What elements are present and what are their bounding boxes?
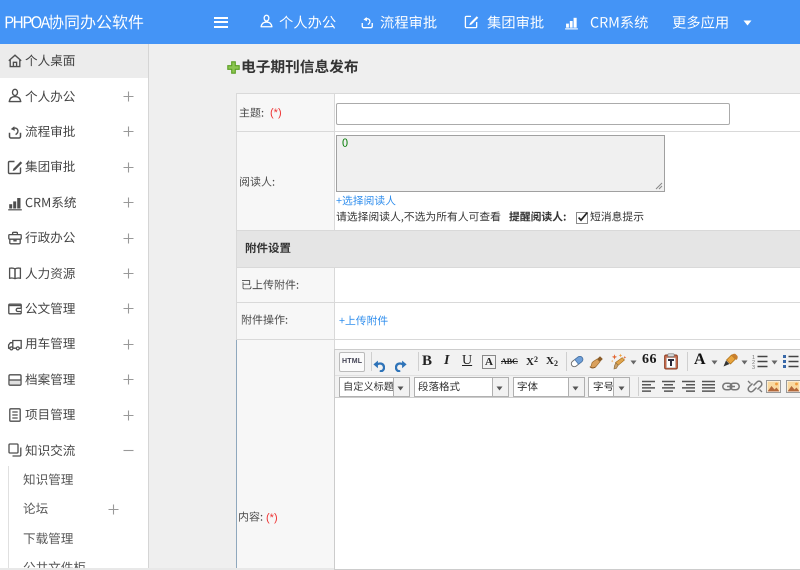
svg-text:3: 3 (752, 365, 755, 369)
